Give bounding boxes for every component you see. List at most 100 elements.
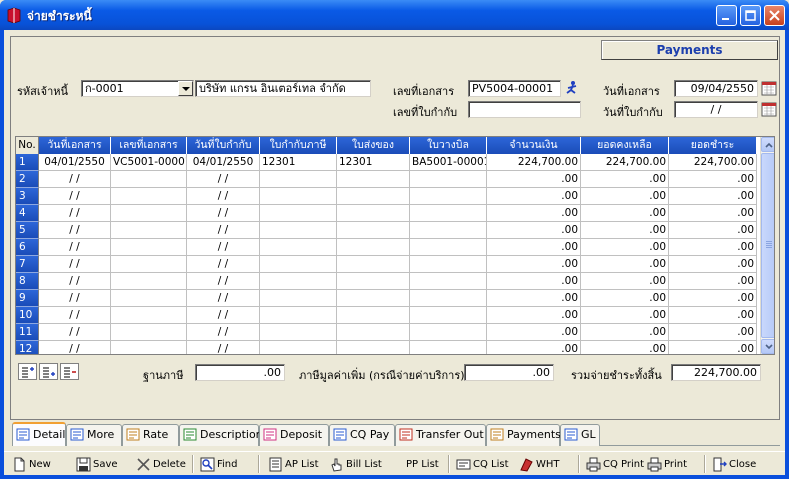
delete-button[interactable]: Delete — [134, 455, 186, 474]
tab-transfer-out[interactable]: Transfer Out — [395, 424, 486, 446]
print-button[interactable]: Print — [645, 455, 687, 474]
table-cell[interactable]: / / — [187, 341, 260, 354]
table-cell[interactable]: .00 — [487, 222, 581, 239]
table-cell[interactable]: .00 — [669, 222, 757, 239]
table-cell[interactable] — [111, 273, 187, 290]
table-cell[interactable]: .00 — [581, 205, 669, 222]
table-cell[interactable] — [410, 205, 487, 222]
table-cell[interactable] — [260, 205, 337, 222]
scroll-up-button[interactable] — [761, 137, 774, 152]
table-cell[interactable] — [337, 273, 410, 290]
table-cell[interactable]: / / — [187, 171, 260, 188]
table-cell[interactable]: .00 — [487, 171, 581, 188]
table-cell[interactable] — [410, 290, 487, 307]
tab-more[interactable]: More — [66, 424, 122, 446]
bill-list-button[interactable]: Bill List — [327, 455, 382, 474]
table-cell[interactable]: / / — [39, 171, 111, 188]
payment-detail-grid[interactable]: No. วันที่เอกสาร เลขที่เอกสาร วันที่ใบกำกับ… — [15, 136, 775, 355]
table-cell[interactable]: / / — [39, 341, 111, 354]
table-cell[interactable]: / / — [39, 205, 111, 222]
table-cell[interactable] — [111, 341, 187, 354]
insert-row-button[interactable] — [18, 363, 37, 380]
cq-print-button[interactable]: CQ Print — [584, 455, 644, 474]
table-cell[interactable] — [260, 341, 337, 354]
column-header[interactable]: ใบส่งของ — [337, 137, 410, 154]
table-cell[interactable]: / / — [39, 239, 111, 256]
table-row[interactable]: 8/ / / / .00.00.00 — [16, 273, 757, 290]
table-cell[interactable]: .00 — [669, 290, 757, 307]
table-cell[interactable]: 04/01/2550 — [39, 154, 111, 171]
table-cell[interactable] — [410, 324, 487, 341]
maximize-button[interactable] — [740, 5, 761, 26]
table-cell[interactable] — [260, 239, 337, 256]
table-cell[interactable]: / / — [39, 222, 111, 239]
table-cell[interactable] — [337, 205, 410, 222]
doc-no-input[interactable]: PV5004-00001 — [468, 80, 561, 97]
table-row[interactable]: 9/ / / / .00.00.00 — [16, 290, 757, 307]
tab-rate[interactable]: Rate — [122, 424, 179, 446]
scroll-down-button[interactable] — [761, 339, 774, 354]
table-cell[interactable]: 12301 — [337, 154, 410, 171]
table-cell[interactable]: .00 — [581, 273, 669, 290]
table-cell[interactable]: .00 — [669, 307, 757, 324]
table-cell[interactable]: .00 — [581, 239, 669, 256]
tab-deposit[interactable]: Deposit — [259, 424, 329, 446]
table-cell[interactable] — [260, 273, 337, 290]
tab-detail[interactable]: Detail — [12, 422, 66, 446]
table-cell[interactable] — [260, 307, 337, 324]
table-cell[interactable] — [410, 256, 487, 273]
table-cell[interactable] — [111, 307, 187, 324]
table-cell[interactable] — [260, 256, 337, 273]
table-row[interactable]: 6/ / / / .00.00.00 — [16, 239, 757, 256]
table-cell[interactable] — [260, 222, 337, 239]
table-cell[interactable] — [337, 324, 410, 341]
table-cell[interactable]: .00 — [581, 324, 669, 341]
table-row[interactable]: 10/ / / / .00.00.00 — [16, 307, 757, 324]
tax-invoice-date-input[interactable]: / / — [674, 101, 758, 118]
table-row[interactable]: 11/ / / / .00.00.00 — [16, 324, 757, 341]
table-cell[interactable]: VC5001-00001 — [111, 154, 187, 171]
column-header-no[interactable]: No. — [16, 137, 39, 154]
table-cell[interactable] — [111, 324, 187, 341]
save-button[interactable]: Save — [74, 455, 118, 474]
pp-list-button[interactable]: PP List — [387, 455, 439, 474]
close-window-button[interactable] — [764, 5, 785, 26]
tax-invoice-no-input[interactable] — [468, 101, 581, 118]
doc-date-input[interactable]: 09/04/2550 — [674, 80, 758, 97]
table-cell[interactable]: / / — [39, 324, 111, 341]
table-cell[interactable] — [260, 171, 337, 188]
table-cell[interactable]: .00 — [487, 341, 581, 354]
table-cell[interactable] — [337, 239, 410, 256]
column-header[interactable]: จำนวนเงิน — [487, 137, 581, 154]
table-cell[interactable] — [410, 188, 487, 205]
close-button[interactable]: Close — [710, 455, 756, 474]
table-cell[interactable]: .00 — [581, 188, 669, 205]
tab-description[interactable]: Description — [179, 424, 263, 446]
table-cell[interactable]: .00 — [669, 273, 757, 290]
table-cell[interactable]: .00 — [487, 188, 581, 205]
table-row[interactable]: 1 04/01/2550 VC5001-00001 04/01/2550 12301 12… — [16, 154, 757, 171]
table-row[interactable]: 4/ / / / .00.00.00 — [16, 205, 757, 222]
table-cell[interactable]: / / — [187, 324, 260, 341]
table-cell[interactable]: BA5001-00001 — [410, 154, 487, 171]
table-cell[interactable]: / / — [187, 307, 260, 324]
table-row[interactable]: 2/ / / / .00.00.00 — [16, 171, 757, 188]
table-cell[interactable]: / / — [187, 188, 260, 205]
column-header[interactable]: ใบกำกับภาษี — [260, 137, 337, 154]
add-row-button[interactable] — [39, 363, 58, 380]
table-cell[interactable]: .00 — [487, 256, 581, 273]
table-row[interactable]: 5/ / / / .00.00.00 — [16, 222, 757, 239]
table-cell[interactable]: 224,700.00 — [669, 154, 757, 171]
table-cell[interactable] — [337, 256, 410, 273]
table-cell[interactable]: / / — [39, 256, 111, 273]
grid-vertical-scrollbar[interactable] — [760, 137, 774, 354]
calendar-icon[interactable] — [761, 101, 777, 117]
new-button[interactable]: New — [10, 455, 51, 474]
ap-list-button[interactable]: AP List — [266, 455, 319, 474]
table-cell[interactable] — [410, 341, 487, 354]
table-cell[interactable] — [410, 222, 487, 239]
vat-field[interactable]: .00 — [464, 364, 554, 381]
table-cell[interactable] — [111, 256, 187, 273]
table-cell[interactable]: / / — [187, 256, 260, 273]
table-cell[interactable] — [260, 188, 337, 205]
